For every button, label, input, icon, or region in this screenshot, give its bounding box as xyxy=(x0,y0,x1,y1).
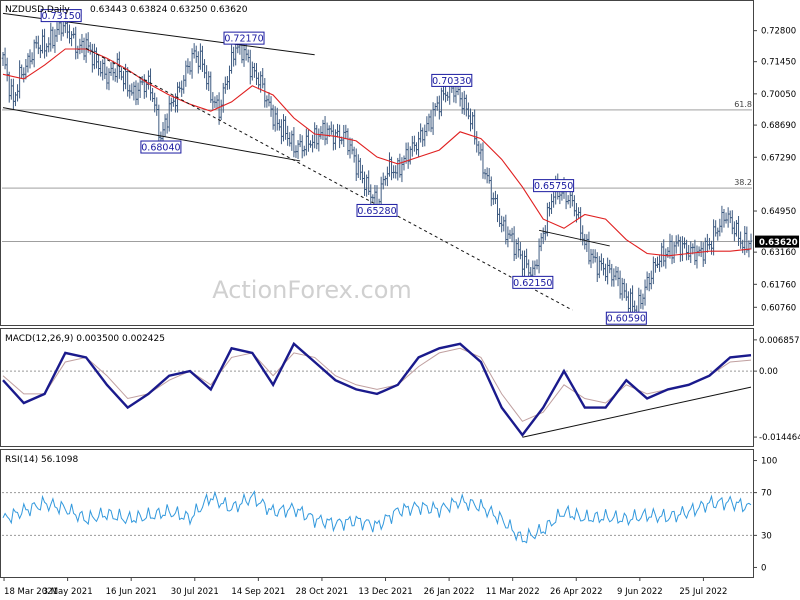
price-level-label: 0.68040 xyxy=(141,143,180,154)
price-level-label: 0.65750 xyxy=(534,181,573,192)
macd-y-tick-label: -0.014464 xyxy=(759,433,800,443)
x-tick-label: 13 Dec 2021 xyxy=(358,587,412,597)
fib-level-label: 61.8 xyxy=(734,100,752,109)
x-tick-label: 25 Jul 2022 xyxy=(679,587,727,597)
chart-ohlc-readout: 0.63443 0.63824 0.63250 0.63620 xyxy=(90,5,248,15)
rsi-y-tick-label: 100 xyxy=(761,457,777,467)
price-level-label: 0.65280 xyxy=(357,206,396,217)
macd-y-tick-label: 0.006857 xyxy=(759,336,800,346)
x-tick-label: 26 Jan 2022 xyxy=(424,587,475,597)
x-tick-label: 16 Jun 2021 xyxy=(106,587,157,597)
price-y-tick-label: 0.60760 xyxy=(761,303,796,313)
price-level-label: 0.70330 xyxy=(432,76,471,87)
price-y-tick-label: 0.72800 xyxy=(761,27,796,37)
price-y-tick-label: 0.67290 xyxy=(761,153,796,163)
price-y-tick-label: 0.64950 xyxy=(761,207,796,217)
forex-chart: ActionForex.com 61.838.20.731500.721700.… xyxy=(0,0,800,597)
macd-title: MACD(12,26,9) 0.003500 0.002425 xyxy=(5,334,165,344)
x-tick-label: 14 Sep 2021 xyxy=(231,587,285,597)
x-tick-label: 30 Jul 2021 xyxy=(171,587,219,597)
x-tick-label: 11 Mar 2022 xyxy=(486,587,540,597)
last-price-marker: 0.63620 xyxy=(759,238,798,248)
rsi-title: RSI(14) 56.1098 xyxy=(5,455,78,465)
price-level-label: 0.72170 xyxy=(224,34,263,45)
price-y-tick-label: 0.68690 xyxy=(761,121,796,131)
price-y-tick-label: 0.70050 xyxy=(761,90,796,100)
watermark: ActionForex.com xyxy=(212,276,412,304)
price-level-label: 0.60590 xyxy=(607,314,646,325)
chart-symbol-title: NZDUSD,Daily xyxy=(5,5,70,15)
macd-pane-frame xyxy=(0,328,754,447)
price-y-tick-label: 0.71450 xyxy=(761,58,796,68)
x-tick-label: 9 Jun 2022 xyxy=(617,587,663,597)
fib-level-label: 38.2 xyxy=(734,178,752,187)
price-y-tick-label: 0.61760 xyxy=(761,280,796,290)
x-tick-label: 3 May 2021 xyxy=(43,587,93,597)
x-tick-label: 26 Apr 2022 xyxy=(550,587,603,597)
macd-y-tick-label: 0.00 xyxy=(759,367,778,377)
price-y-tick-label: 0.63160 xyxy=(761,248,796,258)
price-level-label: 0.62150 xyxy=(513,278,552,289)
rsi-y-tick-label: 0 xyxy=(761,563,766,573)
rsi-y-tick-label: 70 xyxy=(761,489,772,499)
x-tick-label: 28 Oct 2021 xyxy=(296,587,349,597)
rsi-y-tick-label: 30 xyxy=(761,531,772,541)
rsi-pane-frame xyxy=(0,449,754,578)
